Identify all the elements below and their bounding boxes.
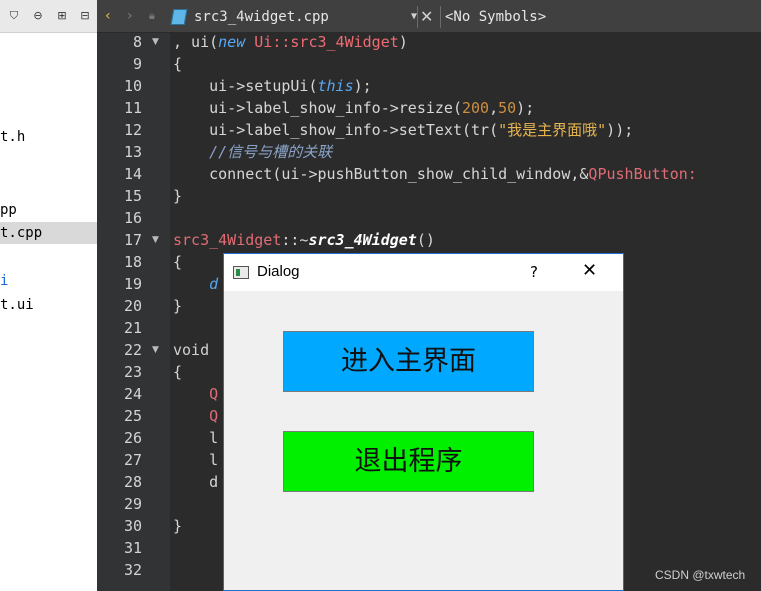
line-number: 15 bbox=[123, 187, 142, 205]
split-icon[interactable]: ⊞ bbox=[54, 8, 70, 24]
line-number: 27 bbox=[123, 451, 142, 469]
dialog-title-bar[interactable]: Dialog ? ✕ bbox=[224, 254, 623, 291]
help-button[interactable]: ? bbox=[530, 262, 538, 282]
line-number: 13 bbox=[123, 143, 142, 161]
line-number: 24 bbox=[123, 385, 142, 403]
fold-arrow-icon[interactable]: ▼ bbox=[152, 345, 159, 355]
code-line-20: } bbox=[173, 297, 183, 315]
code-line-25: Q bbox=[173, 407, 219, 425]
line-number-gutter: 8 9 10 11 12 13 14 15 16 17 18 19 20 21 22 23 24 25 26 27 28… bbox=[97, 33, 170, 591]
code-line-13: //信号与槽的关联 bbox=[173, 143, 333, 161]
line-number: 31 bbox=[123, 539, 142, 557]
line-number: 14 bbox=[123, 165, 142, 183]
code-line-18: { bbox=[173, 253, 183, 271]
symbols-selector[interactable]: <No Symbols> bbox=[445, 5, 546, 29]
line-number: 26 bbox=[123, 429, 142, 447]
divider bbox=[440, 6, 441, 28]
code-line-9: { bbox=[173, 55, 183, 73]
dialog-title: Dialog bbox=[257, 263, 300, 280]
close-panel-icon[interactable]: ⊟ bbox=[77, 8, 93, 24]
line-number: 30 bbox=[123, 517, 142, 535]
line-number: 19 bbox=[123, 275, 142, 293]
forward-icon[interactable]: › bbox=[127, 8, 133, 24]
code-line-28: d bbox=[173, 473, 219, 491]
line-number: 17 bbox=[123, 231, 142, 249]
tree-item[interactable]: pp bbox=[0, 199, 97, 221]
line-number: 9 bbox=[132, 55, 142, 73]
code-line-11: ui->label_show_info->resize(200,50); bbox=[173, 99, 535, 117]
line-number: 18 bbox=[123, 253, 142, 271]
code-line-30: } bbox=[173, 517, 183, 535]
code-line-22: void bbox=[173, 341, 210, 359]
code-line-23: { bbox=[173, 363, 183, 381]
code-line-12: ui->label_show_info->setText(tr("我是主界面哦"… bbox=[173, 121, 634, 139]
code-line-17: src3_4Widget::~src3_4Widget() bbox=[173, 231, 435, 249]
exit-program-button[interactable]: 退出程序 bbox=[283, 431, 534, 492]
link-icon[interactable]: ⊖ bbox=[30, 8, 46, 24]
watermark: CSDN @txwtech bbox=[655, 568, 746, 582]
close-button[interactable]: ✕ bbox=[582, 260, 597, 282]
tree-item[interactable]: i bbox=[0, 270, 97, 292]
fold-arrow-icon[interactable]: ▼ bbox=[152, 37, 159, 47]
line-number: 28 bbox=[123, 473, 142, 491]
lock-icon: 🔒︎ bbox=[149, 9, 155, 22]
project-tree: t.h pp t.cpp i t.ui bbox=[0, 33, 97, 591]
code-line-10: ui->setupUi(this); bbox=[173, 77, 372, 95]
filter-icon[interactable]: ⛉ bbox=[6, 8, 22, 24]
cpp-file-icon bbox=[170, 9, 188, 25]
tree-item-selected[interactable]: t.cpp bbox=[0, 222, 97, 244]
line-number: 23 bbox=[123, 363, 142, 381]
dialog-window: Dialog ? ✕ 进入主界面 退出程序 bbox=[223, 253, 624, 591]
fold-arrow-icon[interactable]: ▼ bbox=[152, 235, 159, 245]
file-selector[interactable]: src3_4widget.cpp ▼ bbox=[170, 5, 417, 29]
project-tree-toolbar: ⛉ ⊖ ⊞ ⊟ bbox=[0, 0, 97, 33]
file-name: src3_4widget.cpp bbox=[194, 9, 329, 25]
divider bbox=[417, 6, 418, 28]
line-number: 10 bbox=[123, 77, 142, 95]
line-number: 12 bbox=[123, 121, 142, 139]
code-line-27: l bbox=[173, 451, 219, 469]
code-line-24: Q bbox=[173, 385, 219, 403]
tree-item[interactable]: t.h bbox=[0, 126, 97, 148]
code-line-26: l bbox=[173, 429, 219, 447]
editor-toolbar: ‹ › 🔒︎ src3_4widget.cpp ▼ ✕ <No Symbols> bbox=[97, 0, 761, 33]
tree-item[interactable]: t.ui bbox=[0, 294, 97, 316]
line-number: 16 bbox=[123, 209, 142, 227]
line-number: 25 bbox=[123, 407, 142, 425]
close-document-icon[interactable]: ✕ bbox=[420, 5, 433, 29]
code-line-14: connect(ui->pushButton_show_child_window… bbox=[173, 165, 697, 183]
line-number: 29 bbox=[123, 495, 142, 513]
line-number: 8 bbox=[132, 33, 142, 51]
window-icon bbox=[233, 266, 249, 279]
line-number: 22 bbox=[123, 341, 142, 359]
code-line-15: } bbox=[173, 187, 183, 205]
code-line-19: d bbox=[173, 275, 219, 293]
line-number: 11 bbox=[123, 99, 142, 117]
line-number: 21 bbox=[123, 319, 142, 337]
line-number: 20 bbox=[123, 297, 142, 315]
code-line-8: , ui(new Ui::src3_4Widget) bbox=[173, 33, 408, 51]
enter-main-window-button[interactable]: 进入主界面 bbox=[283, 331, 534, 392]
line-number: 32 bbox=[123, 561, 142, 579]
back-icon[interactable]: ‹ bbox=[105, 8, 111, 24]
